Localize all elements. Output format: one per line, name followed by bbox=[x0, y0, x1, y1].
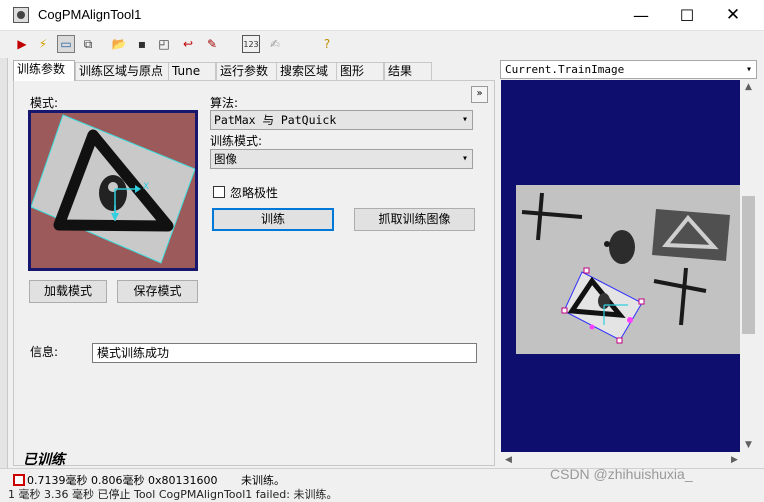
algorithm-value: PatMax 与 PatQuick bbox=[214, 113, 337, 127]
tab-train-region-origin[interactable]: 训练区域与原点 bbox=[75, 62, 175, 80]
help-icon[interactable]: ? bbox=[318, 35, 336, 53]
save-as-icon[interactable]: ◰ bbox=[155, 35, 173, 53]
open-icon[interactable]: 📂 bbox=[110, 35, 128, 53]
grab-train-image-button[interactable]: 抓取训练图像 bbox=[354, 208, 475, 231]
save-icon[interactable]: ▪ bbox=[133, 35, 151, 53]
image-selector[interactable]: Current.TrainImage ▾ bbox=[500, 60, 757, 79]
ignore-polarity-checkbox[interactable] bbox=[213, 186, 225, 198]
vertical-scroll-thumb[interactable] bbox=[742, 196, 755, 334]
train-mode-select[interactable]: 图像 ▾ bbox=[210, 149, 473, 169]
app-icon bbox=[13, 7, 29, 23]
counter-icon[interactable]: 123 bbox=[242, 35, 260, 53]
reset-icon[interactable]: ↩ bbox=[179, 35, 197, 53]
tab-run-params[interactable]: 运行参数 bbox=[216, 62, 278, 80]
display-icon[interactable]: ▭ bbox=[57, 35, 75, 53]
load-model-button[interactable]: 加载模式 bbox=[29, 280, 107, 303]
title-bar: CogPMAlignTool1 — ☐ ✕ bbox=[0, 0, 764, 31]
chevron-down-icon: ▾ bbox=[745, 64, 752, 75]
status-stop-icon bbox=[13, 474, 25, 486]
algorithm-label: 算法: bbox=[210, 96, 239, 110]
tool-icon[interactable]: ✎ bbox=[203, 35, 221, 53]
scroll-left-icon[interactable]: ◀ bbox=[505, 455, 512, 465]
algorithm-select[interactable]: PatMax 与 PatQuick ▾ bbox=[210, 110, 473, 130]
scroll-up-icon[interactable]: ▲ bbox=[745, 82, 752, 92]
electric-icon[interactable]: ⚡ bbox=[34, 35, 52, 53]
save-model-button[interactable]: 保存模式 bbox=[117, 280, 198, 303]
left-panel-edge bbox=[0, 58, 8, 468]
tab-results[interactable]: 结果 bbox=[384, 62, 432, 80]
model-label: 模式: bbox=[30, 96, 59, 110]
image-selector-value: Current.TrainImage bbox=[505, 63, 625, 76]
scroll-right-icon[interactable]: ▶ bbox=[731, 455, 738, 465]
tab-graphics[interactable]: 图形 bbox=[336, 62, 384, 80]
edit-disabled-icon[interactable]: ✍ bbox=[266, 35, 284, 53]
minimize-button[interactable]: — bbox=[618, 0, 664, 31]
svg-text:X: X bbox=[143, 182, 149, 192]
scroll-down-icon[interactable]: ▼ bbox=[745, 440, 752, 450]
chevron-down-icon: ▾ bbox=[461, 114, 468, 125]
train-image[interactable] bbox=[516, 185, 740, 354]
train-button[interactable]: 训练 bbox=[212, 208, 334, 231]
window-title: CogPMAlignTool1 bbox=[38, 7, 142, 22]
tab-train-params[interactable]: 训练参数 bbox=[13, 60, 75, 81]
watermark: CSDN @zhihuishuxia_ bbox=[550, 466, 693, 482]
maximize-button[interactable]: ☐ bbox=[664, 0, 710, 31]
train-mode-label: 训练模式: bbox=[210, 134, 263, 148]
expand-button[interactable]: » bbox=[471, 86, 488, 103]
ignore-polarity-label: 忽略极性 bbox=[230, 186, 279, 200]
tab-tune[interactable]: Tune bbox=[168, 62, 216, 80]
info-label: 信息: bbox=[30, 345, 59, 359]
trained-status: 已训练 bbox=[23, 452, 65, 468]
chevron-down-icon: ▾ bbox=[461, 153, 468, 164]
background-status-text: 1 毫秒 3.36 毫秒 已停止 Tool CogPMAlignTool1 fa… bbox=[8, 488, 338, 501]
train-mode-value: 图像 bbox=[214, 152, 237, 166]
info-field[interactable]: 模式训练成功 bbox=[92, 343, 477, 363]
pmalign-tool-window: CogPMAlignTool1 — ☐ ✕ ▶ ⚡ ▭ ⧉ 📂 ▪ ◰ ↩ ✎ 123 ✍? 训练参… bbox=[0, 0, 764, 501]
run-icon[interactable]: ▶ bbox=[13, 35, 31, 53]
tab-search-region[interactable]: 搜索区域 bbox=[276, 62, 338, 80]
model-image-display[interactable]: X bbox=[28, 110, 198, 271]
show-results-icon[interactable]: ⧉ bbox=[79, 35, 97, 53]
tab-strip: 训练参数 训练区域与原点 Tune 运行参数 搜索区域 图形 结果 bbox=[13, 60, 493, 81]
toolbar: ▶ ⚡ ▭ ⧉ 📂 ▪ ◰ ↩ ✎ 123 ✍? bbox=[0, 31, 764, 58]
close-button[interactable]: ✕ bbox=[710, 0, 756, 31]
